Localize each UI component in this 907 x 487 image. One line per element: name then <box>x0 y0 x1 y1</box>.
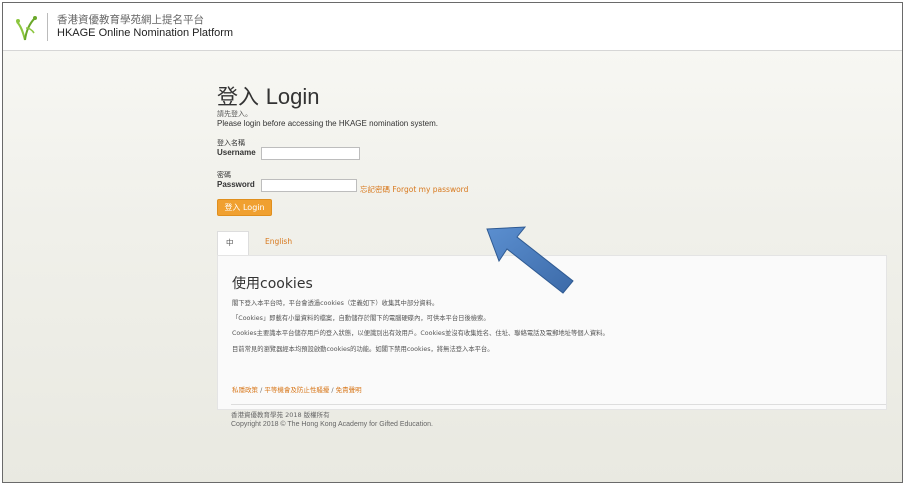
username-input[interactable] <box>261 147 360 160</box>
cookies-title: 使用cookies <box>232 276 313 292</box>
hkage-logo-icon[interactable] <box>13 12 39 42</box>
login-intro: 請先登入。 Please login before accessing the … <box>217 109 438 129</box>
header-title: 香港資優教育學苑網上提名平台 HKAGE Online Nomination P… <box>57 14 233 40</box>
username-label-en: Username <box>217 148 256 157</box>
header-title-en: HKAGE Online Nomination Platform <box>57 27 234 39</box>
footer-en: Copyright 2018 © The Hong Kong Academy f… <box>231 421 433 428</box>
policy-links: 私隱政策 / 平等機會及防止性騷擾 / 免責聲明 <box>232 384 362 394</box>
password-input[interactable] <box>261 179 357 192</box>
tab-chinese[interactable]: 中文 <box>217 231 249 269</box>
cookies-line-3: Cookies主要識本平台儲存用戶的登入狀態，以便識別出有效用戶。Cookies… <box>232 330 609 337</box>
username-label-zh: 登入名稱 <box>217 139 245 147</box>
footer-divider <box>231 404 886 405</box>
header-divider <box>47 13 48 41</box>
footer: 香港資優教育學苑 2018 版權所有 Copyright 2018 © The … <box>231 411 433 429</box>
cookies-line-2: 「Cookies」即載有小量資料的檔案，自動儲存於閣下的電腦硬碟內，可供本平台日… <box>232 315 490 322</box>
intro-zh: 請先登入。 <box>217 110 252 118</box>
equal-opportunities-link[interactable]: 平等機會及防止性騷擾 <box>264 386 329 394</box>
browser-frame: 香港資優教育學苑網上提名平台 HKAGE Online Nomination P… <box>2 2 903 483</box>
main-content: 登入 Login 請先登入。 Please login before acces… <box>3 51 902 482</box>
tab-english[interactable]: English <box>257 231 300 255</box>
page-title-zh: 登入 <box>217 85 259 109</box>
password-label-zh: 密碼 <box>217 171 231 179</box>
header-title-zh: 香港資優教育學苑網上提名平台 <box>57 14 204 26</box>
username-label: 登入名稱 Username <box>217 139 256 157</box>
blue-arrow-icon <box>486 226 574 294</box>
password-label: 密碼 Password <box>217 171 255 189</box>
login-button[interactable]: 登入 Login <box>217 199 272 216</box>
password-label-en: Password <box>217 180 255 189</box>
page-title: 登入 Login <box>217 81 320 111</box>
privacy-policy-link[interactable]: 私隱政策 <box>232 386 258 394</box>
site-header: 香港資優教育學苑網上提名平台 HKAGE Online Nomination P… <box>3 3 902 51</box>
cookies-line-1: 閣下登入本平台時，平台會透過cookies（定義如下）收集其中部分資料。 <box>232 300 439 307</box>
disclaimer-link[interactable]: 免責聲明 <box>336 386 362 394</box>
page-title-en: Login <box>265 84 320 109</box>
footer-zh: 香港資優教育學苑 2018 版權所有 <box>231 411 330 419</box>
forgot-password-link[interactable]: 忘記密碼 Forgot my password <box>360 184 468 195</box>
cookies-line-4: 目前常見的瀏覽器經本均預設啟動cookies的功能。如閣下禁用cookies，將… <box>232 346 494 353</box>
intro-en: Please login before accessing the HKAGE … <box>217 119 439 128</box>
